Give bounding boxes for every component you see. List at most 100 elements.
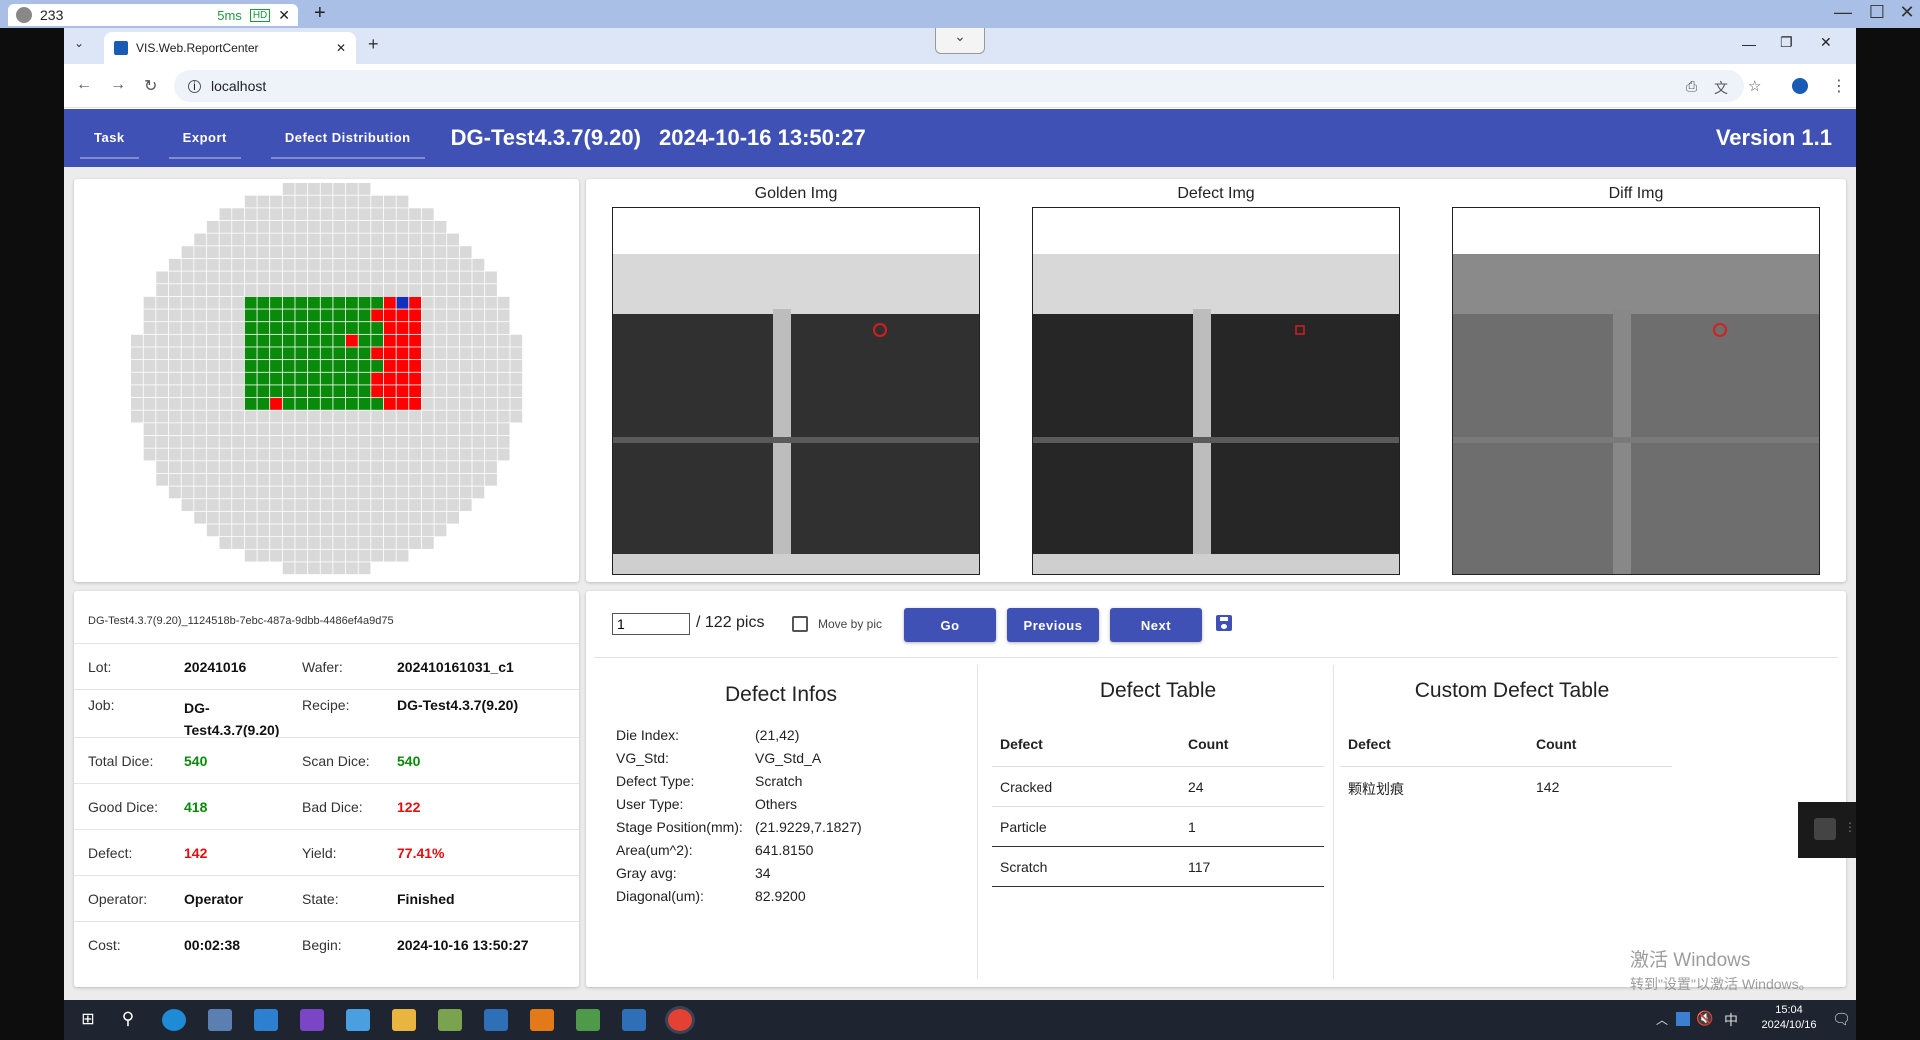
- file-manager-icon[interactable]: [438, 1009, 462, 1031]
- defect-table-row[interactable]: Particle 1: [992, 807, 1324, 847]
- wafer-die[interactable]: [383, 208, 396, 221]
- wafer-die[interactable]: [345, 448, 358, 461]
- wafer-die[interactable]: [295, 284, 308, 297]
- wafer-die[interactable]: [131, 334, 143, 347]
- wafer-die[interactable]: [345, 347, 358, 360]
- wafer-die[interactable]: [257, 309, 270, 322]
- wafer-die[interactable]: [409, 372, 422, 385]
- wafer-die[interactable]: [371, 309, 384, 322]
- wafer-die[interactable]: [257, 233, 270, 246]
- wafer-die[interactable]: [206, 499, 219, 511]
- wafer-die[interactable]: [244, 195, 257, 208]
- wafer-die[interactable]: [320, 220, 333, 233]
- wafer-die[interactable]: [257, 423, 270, 436]
- wafer-die[interactable]: [270, 284, 282, 297]
- wafer-die[interactable]: [447, 233, 459, 246]
- wafer-die[interactable]: [308, 549, 320, 562]
- widget-handle-icon[interactable]: ⋮: [1844, 820, 1856, 834]
- wafer-die[interactable]: [383, 284, 396, 297]
- wafer-die[interactable]: [181, 258, 194, 271]
- wafer-die[interactable]: [156, 296, 169, 309]
- wafer-die[interactable]: [308, 284, 320, 297]
- wafer-die[interactable]: [181, 448, 194, 461]
- wafer-die[interactable]: [143, 360, 156, 372]
- wafer-die[interactable]: [497, 435, 510, 448]
- wafer-die[interactable]: [232, 435, 245, 448]
- wafer-die[interactable]: [320, 360, 333, 372]
- wafer-die[interactable]: [244, 322, 257, 334]
- wafer-die[interactable]: [396, 435, 409, 448]
- wafer-die[interactable]: [206, 322, 219, 334]
- wafer-die[interactable]: [345, 486, 358, 499]
- wafer-die[interactable]: [143, 372, 156, 385]
- wafer-die[interactable]: [219, 410, 232, 423]
- wafer-die[interactable]: [295, 435, 308, 448]
- wafer-die[interactable]: [333, 448, 346, 461]
- profile-avatar-icon[interactable]: [1792, 78, 1808, 94]
- wafer-die[interactable]: [131, 410, 143, 423]
- wafer-die[interactable]: [447, 423, 459, 436]
- wafer-die[interactable]: [156, 372, 169, 385]
- wafer-die[interactable]: [257, 296, 270, 309]
- wafer-die[interactable]: [320, 334, 333, 347]
- wafer-die[interactable]: [194, 271, 207, 284]
- save-icon[interactable]: [1216, 615, 1232, 631]
- wafer-die[interactable]: [219, 372, 232, 385]
- wafer-die[interactable]: [295, 410, 308, 423]
- wafer-die[interactable]: [232, 347, 245, 360]
- wafer-die[interactable]: [181, 461, 194, 474]
- wafer-die[interactable]: [308, 448, 320, 461]
- wafer-die[interactable]: [434, 360, 447, 372]
- move-by-pic-checkbox[interactable]: [792, 616, 808, 632]
- wafer-die[interactable]: [421, 372, 434, 385]
- wafer-die[interactable]: [358, 397, 371, 410]
- wafer-die[interactable]: [409, 347, 422, 360]
- wafer-die[interactable]: [308, 246, 320, 259]
- wafer-die[interactable]: [244, 309, 257, 322]
- wafer-die[interactable]: [295, 423, 308, 436]
- wafer-die[interactable]: [295, 183, 308, 195]
- wafer-die[interactable]: [244, 334, 257, 347]
- wafer-die[interactable]: [257, 385, 270, 398]
- wafer-die[interactable]: [168, 486, 181, 499]
- wafer-die[interactable]: [168, 322, 181, 334]
- wafer-die[interactable]: [396, 258, 409, 271]
- wafer-die[interactable]: [434, 473, 447, 486]
- wafer-die[interactable]: [358, 385, 371, 398]
- wafer-die[interactable]: [308, 296, 320, 309]
- wafer-die[interactable]: [409, 410, 422, 423]
- wafer-die[interactable]: [194, 322, 207, 334]
- wafer-die[interactable]: [143, 435, 156, 448]
- wafer-die[interactable]: [447, 347, 459, 360]
- wafer-die[interactable]: [156, 271, 169, 284]
- wafer-die[interactable]: [396, 208, 409, 221]
- wafer-die[interactable]: [168, 334, 181, 347]
- wafer-die[interactable]: [333, 423, 346, 436]
- wafer-die[interactable]: [320, 410, 333, 423]
- wafer-die[interactable]: [371, 423, 384, 436]
- wafer-die[interactable]: [383, 309, 396, 322]
- wafer-die[interactable]: [358, 461, 371, 474]
- wafer-die[interactable]: [396, 385, 409, 398]
- wafer-die[interactable]: [371, 334, 384, 347]
- wafer-die[interactable]: [383, 499, 396, 511]
- wafer-die[interactable]: [143, 410, 156, 423]
- previous-button[interactable]: Previous: [1007, 608, 1099, 642]
- wafer-die[interactable]: [194, 233, 207, 246]
- wafer-die[interactable]: [308, 385, 320, 398]
- wafer-die[interactable]: [345, 385, 358, 398]
- network-app-icon[interactable]: [208, 1009, 232, 1031]
- chrome-icon[interactable]: [668, 1009, 692, 1031]
- wafer-die[interactable]: [409, 435, 422, 448]
- wafer-die[interactable]: [345, 220, 358, 233]
- wafer-die[interactable]: [345, 397, 358, 410]
- wafer-die[interactable]: [396, 537, 409, 549]
- wafer-die[interactable]: [156, 360, 169, 372]
- wafer-die[interactable]: [472, 461, 485, 474]
- wafer-die[interactable]: [168, 448, 181, 461]
- wafer-die[interactable]: [156, 397, 169, 410]
- wafer-die[interactable]: [232, 524, 245, 537]
- wafer-die[interactable]: [320, 309, 333, 322]
- wafer-die[interactable]: [485, 397, 497, 410]
- wafer-die[interactable]: [447, 360, 459, 372]
